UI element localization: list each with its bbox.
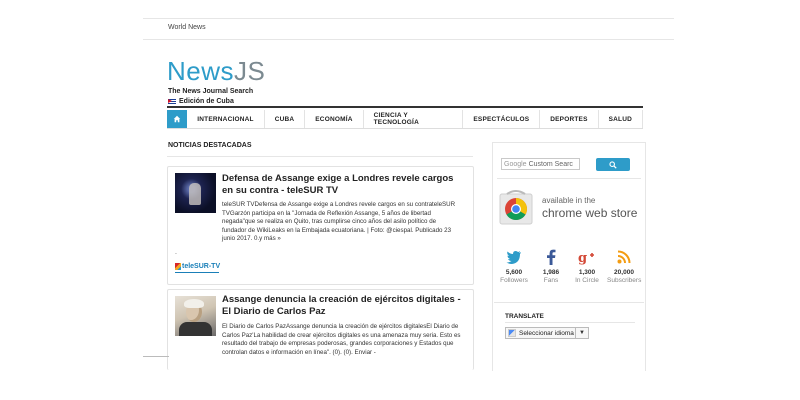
article-thumbnail[interactable] <box>175 296 216 336</box>
sidebar-divider <box>494 302 644 303</box>
article-card: Assange denuncia la creación de ejército… <box>167 289 474 370</box>
language-select[interactable]: Seleccionar idioma ▼ <box>505 327 589 339</box>
section-title: NOTICIAS DESTACADAS <box>168 142 252 149</box>
chrome-store-line1: available in the <box>542 196 596 205</box>
social-google-plus[interactable]: g 1,300 In Circle <box>570 248 604 284</box>
svg-text:g: g <box>578 251 587 265</box>
google-translate-icon <box>508 329 516 337</box>
sidebar-divider <box>497 178 641 179</box>
social-count: 20,000 <box>614 269 634 276</box>
logo-accent: JS <box>234 56 266 86</box>
nav-item-cuba[interactable]: CUBA <box>265 110 306 128</box>
search-icon <box>609 160 617 169</box>
home-button[interactable] <box>167 110 188 128</box>
article-dot: . <box>175 249 177 256</box>
cuba-flag-icon <box>168 99 176 104</box>
chrome-web-store-badge[interactable]: available in the chrome web store <box>499 188 643 228</box>
google-label: Google <box>504 160 527 168</box>
social-label: In Circle <box>575 277 599 284</box>
chrome-store-line2: chrome web store <box>542 206 638 220</box>
source-logo[interactable]: teleSUR-TV <box>175 263 221 273</box>
edition-label: Edición de Cuba <box>168 98 234 105</box>
telesur-logo-icon <box>175 263 181 270</box>
top-bar: World News <box>143 18 674 40</box>
social-twitter[interactable]: 5,600 Followers <box>497 248 531 284</box>
nav-item-ciencia[interactable]: CIENCIA Y TECNOLOGÍA <box>364 110 464 128</box>
social-count: 1,300 <box>578 269 596 276</box>
social-label: Fans <box>543 277 559 284</box>
social-facebook[interactable]: 1,986 Fans <box>534 248 568 284</box>
social-label: Subscribers <box>607 277 642 284</box>
article-card: Defensa de Assange exige a Londres revel… <box>167 166 474 285</box>
article-title[interactable]: Assange denuncia la creación de ejército… <box>222 294 462 318</box>
search-button[interactable] <box>596 158 630 171</box>
article-thumbnail[interactable] <box>175 173 216 213</box>
translate-divider <box>505 322 635 323</box>
nav-top-rule <box>167 106 643 108</box>
home-icon <box>173 115 181 123</box>
site-tagline: The News Journal Search <box>168 88 254 95</box>
rss-icon <box>617 250 631 264</box>
social-rss[interactable]: 20,000 Subscribers <box>607 248 641 284</box>
twitter-icon <box>506 251 521 264</box>
social-count: 5,600 <box>505 269 523 276</box>
source-logo-text: teleSUR-TV <box>182 263 221 270</box>
bottom-divider <box>143 356 169 357</box>
translate-title: TRANSLATE <box>505 313 544 320</box>
social-counters: 5,600 Followers 1,986 Fans g 1,300 In Ci… <box>497 248 641 292</box>
section-divider <box>167 156 473 157</box>
article-excerpt: El Diario de Carlos PazAssange denuncia … <box>222 323 461 356</box>
search-input[interactable]: Google Custom Searc <box>501 158 580 170</box>
social-label: Followers <box>500 277 528 284</box>
google-plus-icon: g <box>578 251 594 265</box>
nav-item-internacional[interactable]: INTERNACIONAL <box>187 110 265 128</box>
nav-item-salud[interactable]: SALUD <box>599 110 643 128</box>
nav-item-espectaculos[interactable]: ESPECTÁCULOS <box>463 110 541 128</box>
article-title[interactable]: Defensa de Assange exige a Londres revel… <box>222 173 462 197</box>
social-count: 1,986 <box>542 269 560 276</box>
nav-item-deportes[interactable]: DEPORTES <box>540 110 599 128</box>
world-news-link[interactable]: World News <box>168 24 206 31</box>
article-excerpt: teleSUR TVDefensa de Assange exige a Lon… <box>222 201 456 243</box>
nav-item-economia[interactable]: ECONOMÍA <box>305 110 364 128</box>
site-logo[interactable]: NewsJS <box>167 56 265 87</box>
search-placeholder: Custom Searc <box>528 160 573 168</box>
chevron-down-icon: ▼ <box>579 330 585 336</box>
main-nav: INTERNACIONAL CUBA ECONOMÍA CIENCIA Y TE… <box>167 110 643 129</box>
edition-text: Edición de Cuba <box>179 98 234 105</box>
facebook-icon <box>547 249 556 265</box>
chrome-web-store-icon <box>499 190 533 225</box>
logo-main: News <box>167 56 235 86</box>
language-select-value: Seleccionar idioma <box>519 329 574 337</box>
